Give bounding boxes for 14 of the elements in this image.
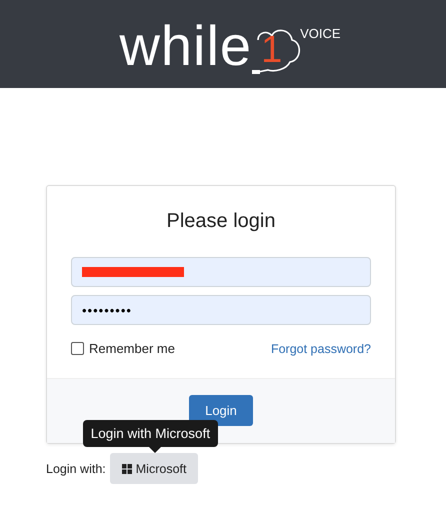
forgot-password-link[interactable]: Forgot password?	[270, 342, 371, 356]
login-button[interactable]: Login	[189, 395, 253, 426]
password-field[interactable]: •••••••••	[71, 295, 371, 325]
username-field[interactable]	[71, 257, 371, 287]
windows-icon	[122, 464, 132, 474]
logo-wordmark: while	[119, 16, 252, 76]
checkbox-label: Remember me	[89, 341, 175, 356]
logo-digit: 1	[261, 30, 282, 70]
logo-tag: VOICE	[300, 26, 341, 41]
microsoft-button[interactable]: Microsoft	[110, 453, 198, 484]
card-title: Please login	[166, 210, 276, 233]
login-with-label: Login with:	[46, 462, 106, 476]
tooltip-arrow	[148, 447, 161, 453]
checkbox[interactable]	[71, 342, 84, 355]
